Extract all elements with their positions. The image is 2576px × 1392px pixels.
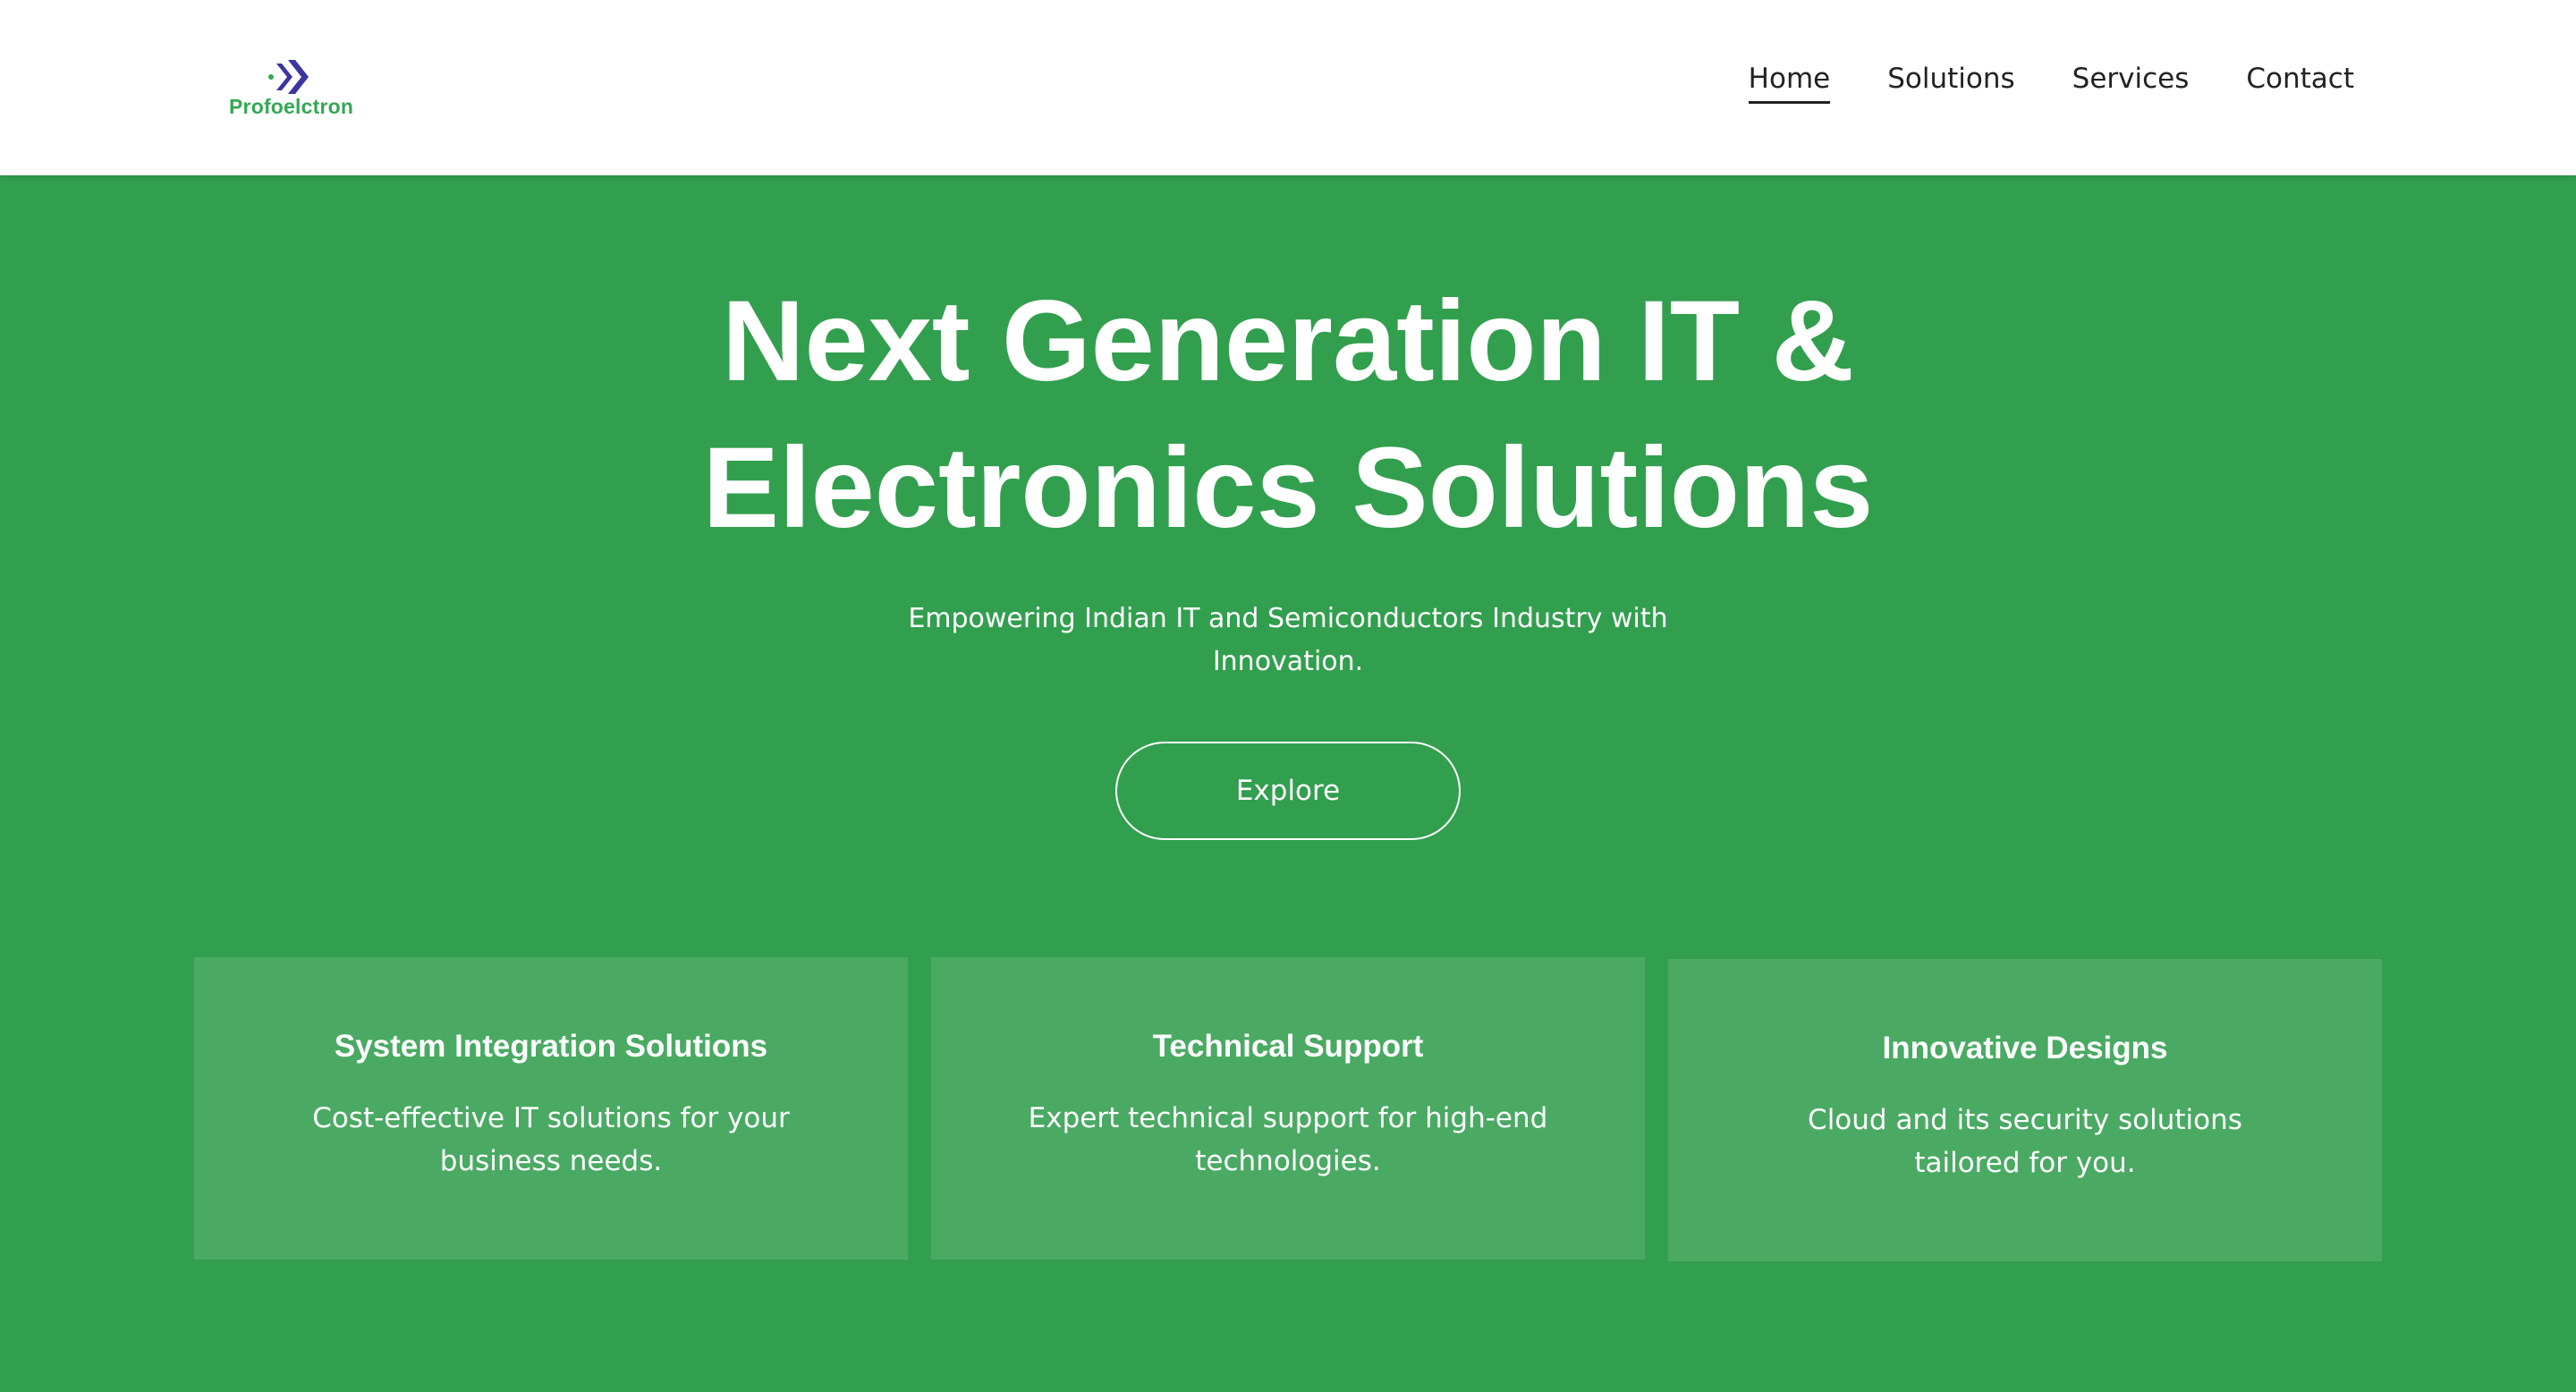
page: Profoelctron Home Solutions Services Con… xyxy=(0,0,2576,1392)
explore-button[interactable]: Explore xyxy=(1115,742,1461,840)
feature-card-description: Cost-effective IT solutions for your bus… xyxy=(312,1102,790,1177)
logo-link[interactable]: Profoelctron xyxy=(224,50,358,131)
feature-card-system-integration: System Integration Solutions Cost-effect… xyxy=(194,957,908,1260)
nav-services[interactable]: Services xyxy=(2072,63,2190,104)
double-chevron-right-icon xyxy=(268,60,309,94)
feature-card-title: Innovative Designs xyxy=(1882,1031,2168,1065)
logo-text: Profoelctron xyxy=(229,95,354,118)
nav-home[interactable]: Home xyxy=(1748,63,1830,104)
nav-contact[interactable]: Contact xyxy=(2246,63,2354,104)
nav-solutions[interactable]: Solutions xyxy=(1887,63,2014,104)
feature-card-description: Cloud and its security solutions tailore… xyxy=(1808,1104,2242,1179)
feature-card-title: System Integration Solutions xyxy=(334,1029,768,1064)
hero-title-line-2: Electronics Solutions xyxy=(702,424,1874,552)
main-nav: Home Solutions Services Contact xyxy=(1748,63,2354,104)
feature-card-title: Technical Support xyxy=(1152,1029,1424,1064)
feature-card-description: Expert technical support for high-end te… xyxy=(1028,1102,1548,1177)
hero-title: Next Generation IT & Electronics Solutio… xyxy=(0,268,2576,562)
hero-subtitle: Empowering Indian IT and Semiconductors … xyxy=(908,603,1668,677)
site-header: Profoelctron Home Solutions Services Con… xyxy=(0,0,2576,175)
feature-card-innovative-designs: Innovative Designs Cloud and its securit… xyxy=(1668,959,2382,1261)
hero-title-line-1: Next Generation IT & xyxy=(722,277,1854,405)
feature-card-technical-support: Technical Support Expert technical suppo… xyxy=(931,957,1645,1260)
